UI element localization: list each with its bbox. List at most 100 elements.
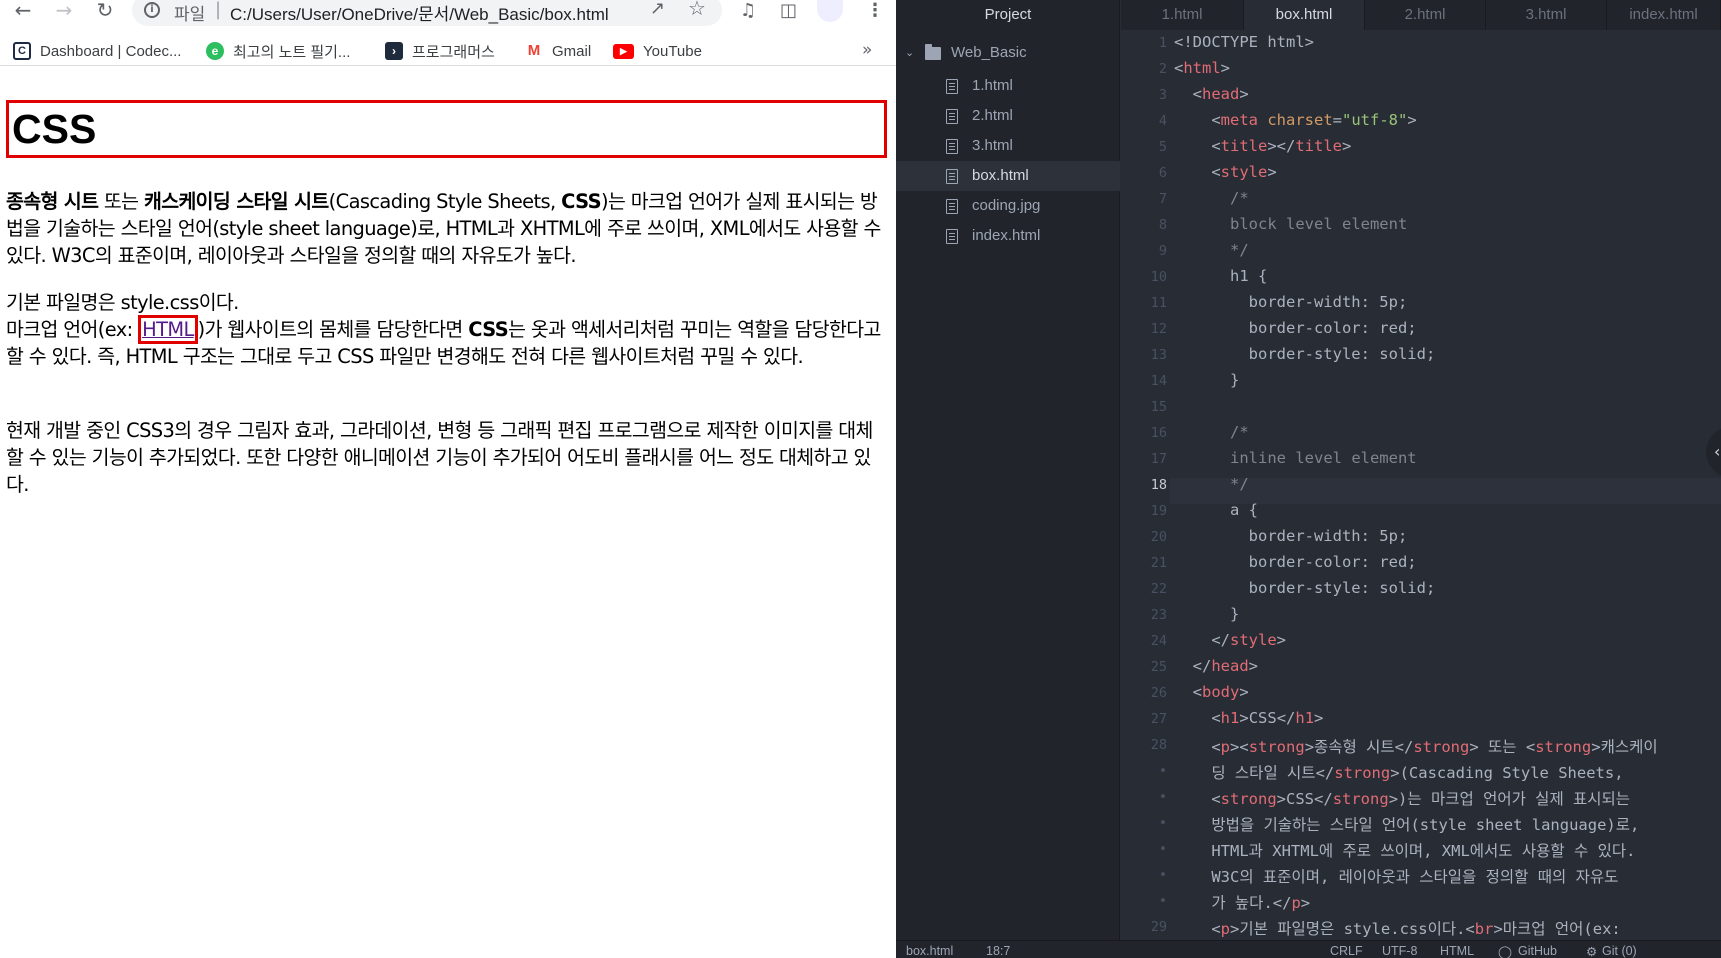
code-tag: p	[1291, 894, 1301, 912]
status-cursor-position[interactable]: 18:7	[986, 944, 1010, 958]
code-attr: charset	[1267, 111, 1333, 129]
line-number: 25	[1150, 659, 1167, 675]
back-arrow-icon[interactable]: ←	[8, 0, 38, 22]
code-line: inline level element	[1174, 449, 1417, 467]
code-text: CSS	[1248, 709, 1277, 727]
info-icon[interactable]: i	[144, 2, 160, 18]
line-number: •	[1158, 763, 1167, 779]
code-property: border-style: solid;	[1248, 345, 1436, 363]
kebab-menu-icon[interactable]: ⋮	[866, 0, 884, 21]
bookmark-programmers[interactable]: › 프로그래머스	[385, 40, 495, 62]
tree-folder-web-basic[interactable]: ⌄ Web_Basic	[896, 38, 1120, 68]
media-control-icon[interactable]: ♫	[740, 0, 756, 21]
bookmark-evernote[interactable]: e 최고의 노트 필기...	[206, 40, 350, 62]
profile-avatar[interactable]	[817, 0, 843, 22]
git-icon[interactable]: ⚙	[1586, 944, 1597, 958]
line-number: 6	[1158, 165, 1167, 181]
side-panel-icon[interactable]: ◫	[780, 0, 797, 21]
status-file-name[interactable]: box.html	[906, 944, 953, 958]
code-line: border-width: 5p;	[1174, 293, 1408, 311]
code-comment: */	[1230, 241, 1249, 259]
code-line: 딩 스타일 시트</strong>(Cascading Style Sheets…	[1211, 764, 1624, 782]
tree-file-label: index.html	[972, 227, 1041, 244]
status-git[interactable]: Git (0)	[1602, 944, 1637, 958]
status-encoding[interactable]: UTF-8	[1382, 944, 1417, 958]
line-number: 2	[1158, 61, 1167, 77]
code-comment: */	[1230, 475, 1249, 493]
line-number: 14	[1150, 373, 1167, 389]
gmail-icon: M	[527, 42, 541, 59]
address-bar[interactable]: i 파일 | C:/Users/User/OneDrive/문서/Web_Bas…	[132, 0, 722, 26]
code-text: (Cascading Style Sheets,	[1399, 764, 1624, 782]
code-tag: title	[1295, 137, 1343, 155]
code-property: border-color: red;	[1248, 553, 1417, 571]
reload-icon[interactable]: ↻	[90, 0, 120, 22]
code-line: <!DOCTYPE html>	[1174, 33, 1314, 51]
page-heading: CSS	[6, 100, 887, 158]
tab-2-html[interactable]: 2.html	[1365, 0, 1486, 30]
tree-file-coding-jpg[interactable]: coding.jpg	[896, 191, 1120, 221]
line-number: 16	[1150, 425, 1167, 441]
code-line: border-color: red;	[1174, 319, 1417, 337]
code-line: */	[1174, 475, 1249, 493]
status-github[interactable]: GitHub	[1518, 944, 1557, 958]
tree-file-1-html[interactable]: 1.html	[896, 71, 1120, 101]
code-line: /*	[1174, 423, 1249, 441]
code-comment: block level element	[1230, 215, 1408, 233]
line-number: •	[1158, 841, 1167, 857]
code-line: W3C의 표준이며, 레이아웃과 스타일을 정의할 때의 자유도	[1174, 865, 1618, 887]
code-tag: title	[1220, 137, 1268, 155]
project-title: Project	[984, 6, 1032, 23]
code-property: border-color: red;	[1248, 319, 1417, 337]
code-tag: head	[1211, 657, 1249, 675]
html-link[interactable]: HTML	[138, 315, 198, 344]
text: 기본 파일명은 style.css이다.	[6, 291, 239, 314]
tab-1-html[interactable]: 1.html	[1121, 0, 1244, 30]
forward-arrow-icon[interactable]: →	[49, 0, 79, 22]
code-line: border-color: red;	[1174, 553, 1417, 571]
code-line: border-style: solid;	[1174, 579, 1436, 597]
code-selector: h1 {	[1230, 267, 1268, 285]
code-line: <h1>CSS</h1>	[1174, 709, 1324, 727]
code-area[interactable]: 1 2 3 4 5 6 7 8 9 10 11 12 13 14 15 16 17 18 19 20 21 22 23 24 2…	[1121, 30, 1721, 940]
code-tag: h1	[1295, 709, 1315, 727]
tree-file-2-html[interactable]: 2.html	[896, 101, 1120, 131]
tab-3-html[interactable]: 3.html	[1486, 0, 1607, 30]
tree-file-box-html[interactable]: box.html	[896, 161, 1120, 191]
line-number: 13	[1150, 347, 1167, 363]
status-line-ending[interactable]: CRLF	[1330, 944, 1363, 958]
code-line: */	[1174, 241, 1249, 259]
bookmark-gmail[interactable]: M Gmail	[525, 40, 591, 62]
line-number: 21	[1150, 555, 1167, 571]
address-url[interactable]: C:/Users/User/OneDrive/문서/Web_Basic/box.…	[230, 0, 609, 25]
tab-index-html[interactable]: index.html	[1607, 0, 1721, 30]
code-line: </style>	[1174, 631, 1287, 649]
browser-toolbar: ← → ↻ i 파일 | C:/Users/User/OneDrive/문서/W…	[0, 0, 896, 30]
text: 마크업 언어(ex:	[6, 318, 139, 341]
code-string: "utf-8"	[1342, 111, 1408, 129]
tree-file-3-html[interactable]: 3.html	[896, 131, 1120, 161]
bookmark-star-icon[interactable]: ☆	[688, 0, 706, 20]
code-line: <title></title>	[1174, 137, 1352, 155]
file-icon	[946, 169, 958, 184]
line-number: 27	[1150, 711, 1167, 727]
line-number: 12	[1150, 321, 1167, 337]
code-text: 가 높다.	[1211, 894, 1273, 912]
code-brace: }	[1230, 371, 1240, 389]
tree-file-index-html[interactable]: index.html	[896, 221, 1120, 251]
bookmark-youtube[interactable]: ▶ YouTube	[613, 40, 702, 62]
strong-text: CSS	[468, 318, 509, 341]
code-editor-window: Project ⌄ Web_Basic 1.html 2.html 3.html…	[896, 0, 1721, 958]
github-icon[interactable]: ◯	[1498, 944, 1512, 958]
strong-text: CSS	[561, 190, 601, 213]
tab-box-html[interactable]: box.html	[1244, 0, 1365, 30]
bookmarks-overflow-button[interactable]: »	[862, 40, 872, 60]
project-tree: Project ⌄ Web_Basic 1.html 2.html 3.html…	[896, 0, 1120, 940]
share-icon[interactable]: ↗	[650, 0, 665, 19]
code-tag: p	[1220, 738, 1231, 756]
code-property: border-width: 5p;	[1248, 293, 1408, 311]
code-comment: /*	[1230, 423, 1249, 441]
bookmark-codecademy[interactable]: C Dashboard | Codec...	[13, 40, 181, 62]
line-number: 22	[1150, 581, 1167, 597]
status-grammar[interactable]: HTML	[1440, 944, 1474, 958]
